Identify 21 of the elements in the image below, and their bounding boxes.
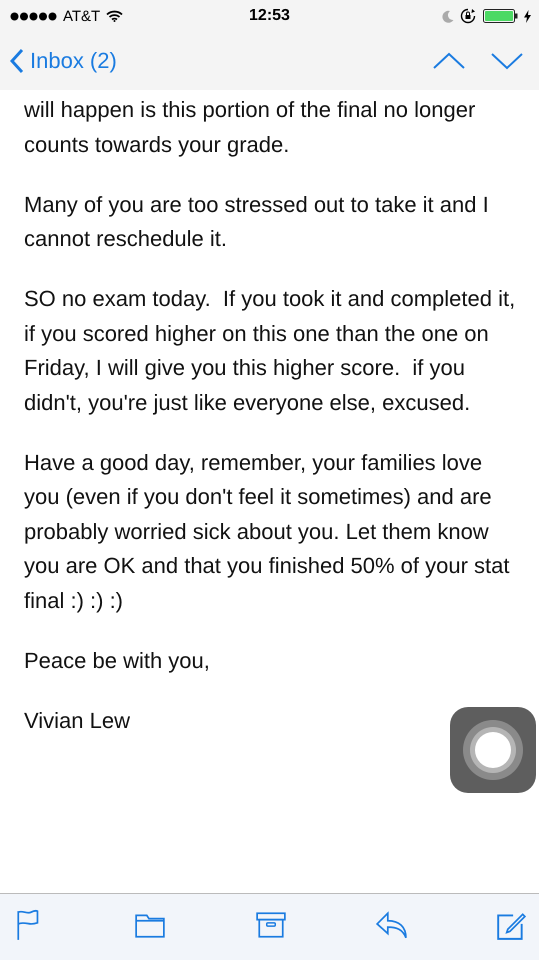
message-paragraph: Have a good day, remember, your families love you (even if you don't feel it sometimes) and are probably worried sick about you. Let them know you are OK and that you finished 50% of your stat final :) :) :) [24, 448, 511, 614]
message-paragraph: Peace be with you, [24, 646, 211, 675]
message-paragraph: will happen is this portion of the final no longer counts towards your grade. [24, 96, 476, 159]
rotation-lock-icon [460, 8, 477, 24]
carrier-name: AT&T [63, 8, 100, 24]
signal-icon [10, 12, 57, 20]
circle-icon [462, 719, 524, 781]
reply-arrow-icon [374, 909, 407, 941]
clock-time: 12:53 [249, 7, 290, 24]
message-paragraph: Many of you are too stressed out to take it and I cannot reschedule it. [24, 190, 490, 253]
back-button[interactable]: Inbox (2) [10, 48, 117, 74]
charging-bolt-icon [524, 10, 531, 22]
back-chevron-icon [10, 48, 24, 74]
battery-icon [483, 9, 518, 23]
message-paragraph: SO no exam today. If you took it and completed it, if you scored higher on this one than the one on Friday, I will give you this higher score. if you didn't, you're just like everyone else, excused. [24, 285, 516, 417]
assistive-touch-button[interactable] [450, 707, 536, 793]
up-chevron-icon [433, 52, 465, 70]
message-paragraph: Vivian Lew [24, 706, 131, 734]
down-chevron-icon [491, 52, 523, 70]
moon-icon [442, 10, 454, 22]
wifi-icon [106, 10, 124, 22]
